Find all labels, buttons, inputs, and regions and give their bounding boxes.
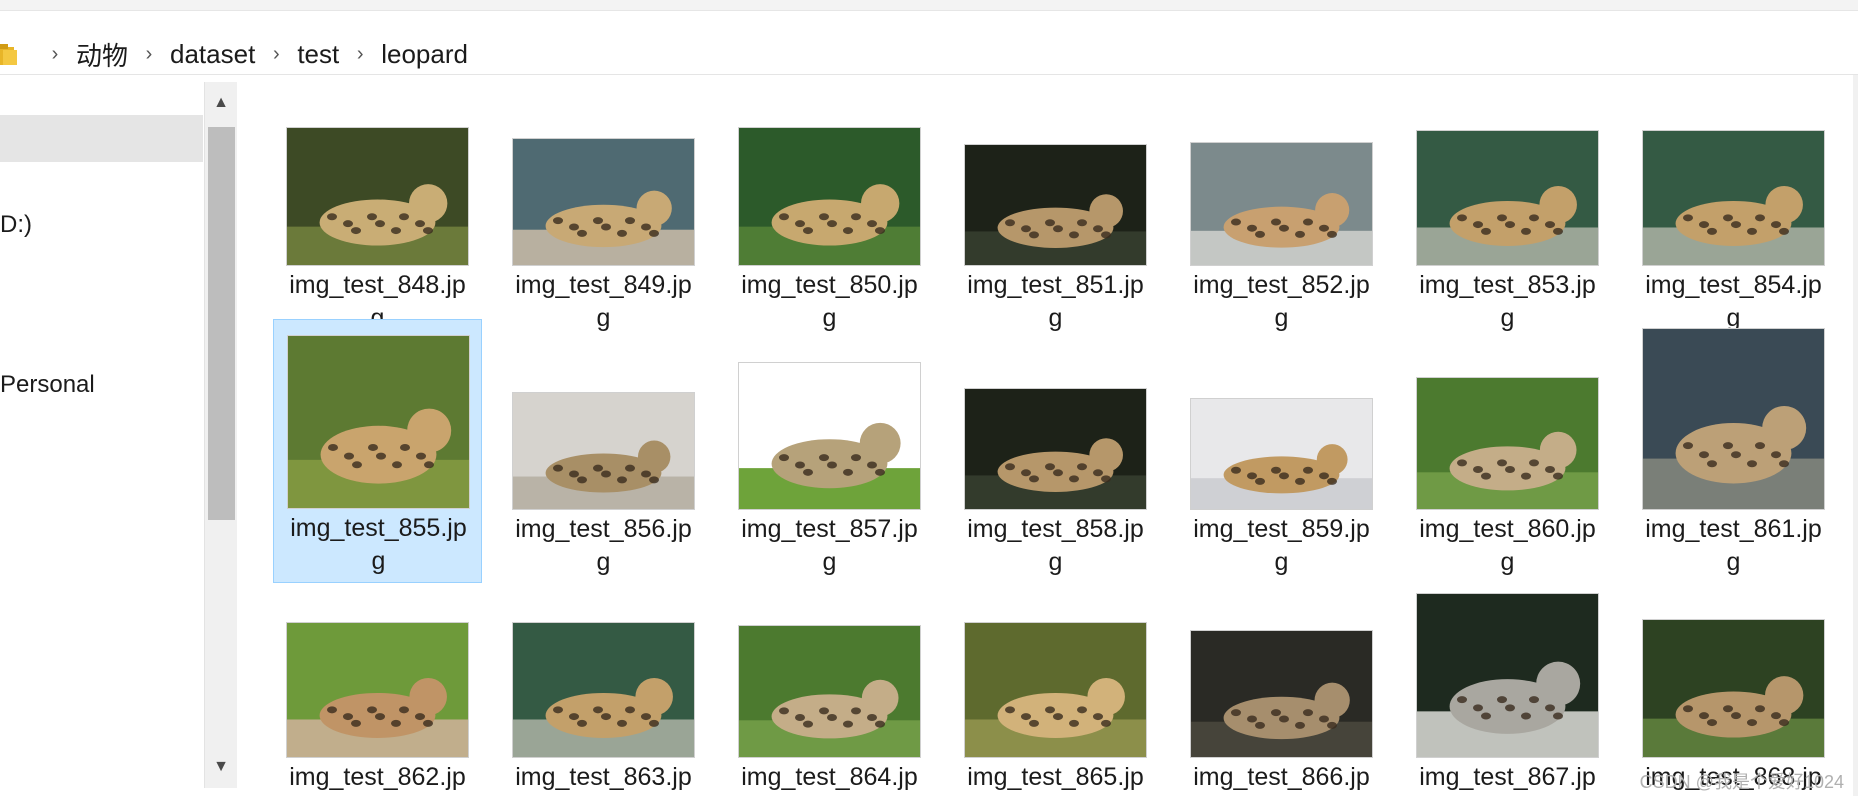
- breadcrumb-separator-icon[interactable]: ›: [132, 43, 166, 66]
- address-bar[interactable]: › 动物 › dataset › test › leopard: [0, 11, 1858, 75]
- image-thumbnail: [512, 622, 695, 758]
- file-item[interactable]: img_test_860.jp g: [1403, 319, 1612, 583]
- nav-item-drive-d[interactable]: D:): [0, 211, 32, 239]
- nav-item-selected[interactable]: [0, 115, 203, 162]
- scroll-down-arrow-icon[interactable]: ▼: [205, 752, 237, 782]
- image-thumbnail: [286, 127, 469, 266]
- breadcrumb: › 动物 › dataset › test › leopard: [38, 37, 472, 71]
- breadcrumb-item-animals[interactable]: 动物: [72, 36, 132, 73]
- file-name: img_test_864.jpg: [741, 763, 918, 791]
- image-thumbnail: [1190, 398, 1373, 510]
- navigation-pane: D:) Personal: [0, 75, 204, 796]
- image-thumbnail: [738, 362, 921, 510]
- breadcrumb-item-test[interactable]: test: [293, 39, 343, 70]
- file-item[interactable]: img_test_868.jpg: [1629, 567, 1838, 796]
- file-item[interactable]: img_test_859.jp g: [1177, 319, 1386, 583]
- file-item[interactable]: img_test_856.jp g: [499, 319, 708, 583]
- file-item[interactable]: img_test_853.jp g: [1403, 75, 1612, 339]
- nav-scrollbar[interactable]: ▲ ▼: [204, 82, 237, 788]
- file-item[interactable]: img_test_863.jpg: [499, 567, 708, 796]
- file-name: img_test_863.jpg: [515, 763, 692, 791]
- file-item[interactable]: img_test_855.jp g: [273, 319, 482, 583]
- file-item[interactable]: img_test_867.jpg: [1403, 567, 1612, 796]
- image-thumbnail: [964, 622, 1147, 758]
- file-item[interactable]: img_test_857.jp g: [725, 319, 934, 583]
- scroll-thumb[interactable]: [208, 127, 235, 520]
- breadcrumb-separator-icon[interactable]: ›: [259, 43, 293, 66]
- breadcrumb-separator-icon[interactable]: ›: [38, 43, 72, 66]
- file-item[interactable]: img_test_862.jpg: [273, 567, 482, 796]
- image-thumbnail: [964, 388, 1147, 510]
- image-thumbnail: [1416, 593, 1599, 758]
- file-item[interactable]: img_test_864.jpg: [725, 567, 934, 796]
- file-item[interactable]: img_test_848.jp g: [273, 75, 482, 339]
- file-item[interactable]: img_test_866.jpg: [1177, 567, 1386, 796]
- image-thumbnail: [512, 138, 695, 266]
- scroll-up-arrow-icon[interactable]: ▲: [205, 88, 237, 118]
- image-thumbnail: [1642, 619, 1825, 758]
- file-item[interactable]: img_test_858.jp g: [951, 319, 1160, 583]
- image-thumbnail: [1190, 630, 1373, 758]
- nav-item-personal[interactable]: Personal: [0, 371, 95, 399]
- image-thumbnail: [1190, 142, 1373, 266]
- breadcrumb-item-dataset[interactable]: dataset: [166, 39, 259, 70]
- file-name: img_test_865.jpg: [967, 763, 1144, 791]
- watermark: CSDN @我是个爱好1024: [1639, 772, 1844, 792]
- breadcrumb-item-leopard[interactable]: leopard: [377, 39, 472, 70]
- file-grid: img_test_848.jp g img_test_849.jp g img_te…: [240, 75, 1858, 796]
- file-item[interactable]: img_test_849.jp g: [499, 75, 708, 339]
- file-item[interactable]: img_test_850.jp g: [725, 75, 934, 339]
- file-item[interactable]: img_test_854.jp g: [1629, 75, 1838, 339]
- image-thumbnail: [287, 335, 470, 509]
- file-item[interactable]: img_test_861.jp g: [1629, 319, 1838, 583]
- file-item[interactable]: img_test_865.jpg: [951, 567, 1160, 796]
- breadcrumb-separator-icon[interactable]: ›: [343, 43, 377, 66]
- file-name: img_test_867.jpg: [1419, 763, 1596, 791]
- image-thumbnail: [286, 622, 469, 758]
- image-thumbnail: [1416, 130, 1599, 266]
- file-name: img_test_862.jpg: [289, 763, 466, 791]
- image-thumbnail: [738, 625, 921, 758]
- file-item[interactable]: img_test_851.jp g: [951, 75, 1160, 339]
- folder-icon: [0, 44, 17, 65]
- image-thumbnail: [512, 392, 695, 510]
- image-thumbnail: [1642, 328, 1825, 510]
- file-name: img_test_866.jpg: [1193, 763, 1370, 791]
- image-thumbnail: [964, 144, 1147, 266]
- window-top-strip: [0, 0, 1858, 11]
- content-scrollbar[interactable]: [1853, 75, 1858, 796]
- image-thumbnail: [1642, 130, 1825, 266]
- image-thumbnail: [1416, 377, 1599, 510]
- file-item[interactable]: img_test_852.jp g: [1177, 75, 1386, 339]
- image-thumbnail: [738, 127, 921, 266]
